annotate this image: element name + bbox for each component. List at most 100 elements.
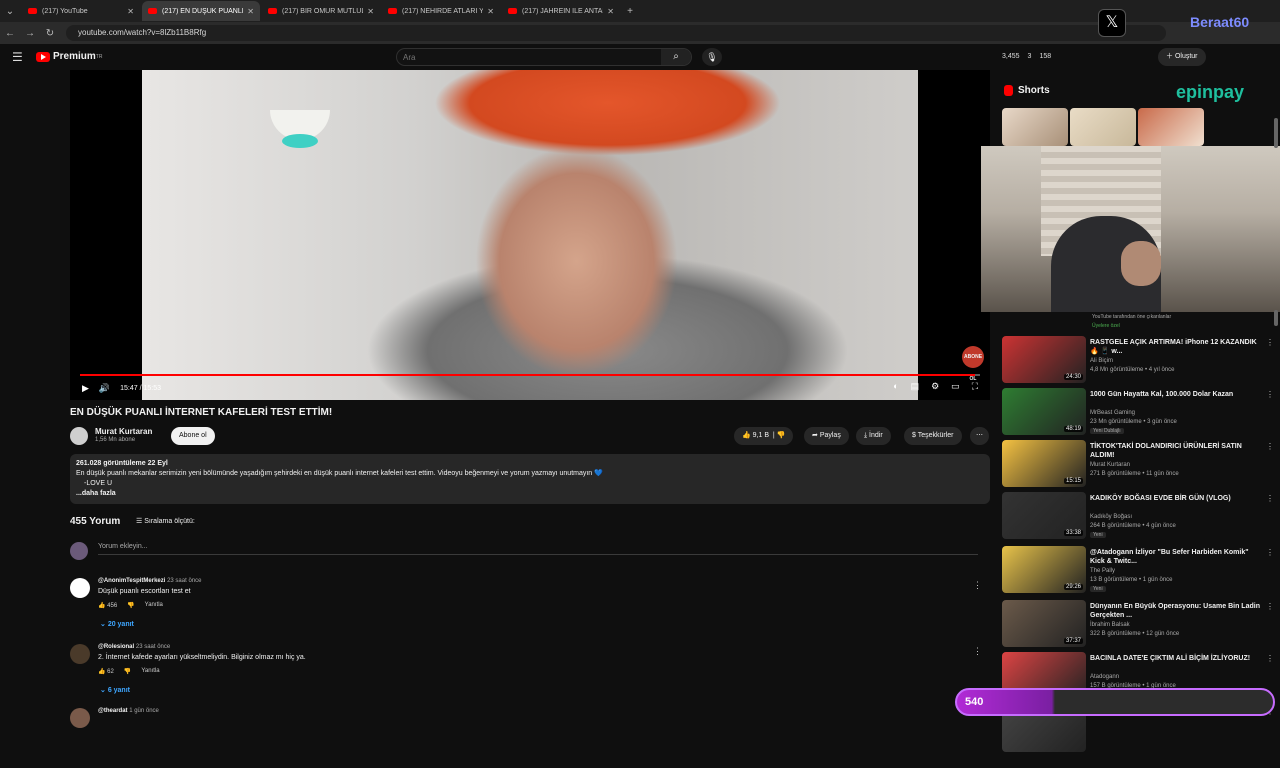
like-button[interactable]: 👍 9,1 B | 👎: [734, 427, 794, 445]
dislike-icon[interactable]: 👎: [124, 668, 131, 675]
thanks-button[interactable]: $ Teşekkürler: [904, 427, 962, 445]
video-player[interactable]: ABONE OL ▶ 🔊 15:47 / 15:53 ◐ ▤ ⚙ ▭ ⛶: [70, 70, 990, 400]
recommendation-channel[interactable]: Atadogann: [1090, 674, 1119, 680]
recommendation-title[interactable]: RASTGELE AÇIK ARTIRMA! iPhone 12 KAZANDI…: [1090, 338, 1265, 356]
recommendation-title[interactable]: BACINLA DATE'E ÇIKTIM ALİ BİÇİM İZLİYORU…: [1090, 654, 1265, 663]
replies-toggle[interactable]: ⌄ 6 yanıt: [100, 686, 130, 694]
comment-avatar[interactable]: [70, 708, 90, 728]
recommendation-channel[interactable]: İbrahim Balsak: [1090, 622, 1130, 628]
video-thumbnail[interactable]: 15:15: [1002, 440, 1086, 487]
description-box[interactable]: 261.028 görüntüleme 22 Eyl En düşük puan…: [70, 454, 990, 504]
close-tab-icon[interactable]: ✕: [487, 7, 494, 16]
like-icon[interactable]: 👍 62: [98, 668, 114, 675]
author-name: @Rolesional: [98, 644, 135, 650]
url-field[interactable]: youtube.com/watch?v=8lZb11B8Rfg: [66, 25, 1166, 41]
comment-author[interactable]: @theardat 1 gün önce: [98, 708, 159, 714]
video-thumbnail[interactable]: 24:30: [1002, 336, 1086, 383]
fullscreen-icon[interactable]: ⛶: [972, 381, 978, 392]
more-vert-icon[interactable]: ⋮: [973, 646, 982, 657]
video-thumbnail[interactable]: 37:37: [1002, 600, 1086, 647]
share-button[interactable]: ➦ Paylaş: [804, 427, 849, 445]
recommendation-channel[interactable]: Murat Kurtaran: [1090, 462, 1130, 468]
recommendation-channel[interactable]: Ali Biçim: [1090, 358, 1113, 364]
comment-author[interactable]: @Rolesional 23 saat önce: [98, 644, 170, 650]
reply-button[interactable]: Yanıtla: [141, 668, 159, 675]
comment-avatar[interactable]: [70, 578, 90, 598]
close-tab-icon[interactable]: ✕: [247, 7, 254, 16]
microphone-icon[interactable]: 🎙: [702, 48, 722, 66]
description-more-link[interactable]: ...daha fazla: [76, 489, 984, 499]
short-thumbnail[interactable]: [1070, 108, 1136, 146]
channel-name[interactable]: Murat Kurtaran: [95, 427, 152, 436]
more-vert-icon[interactable]: ⋮: [1266, 442, 1274, 451]
browser-tab[interactable]: (217) BİR ÖMÜR MUTLULUKLA ✕: [262, 1, 380, 21]
reload-icon[interactable]: ↻: [40, 28, 60, 39]
recommendation-item[interactable]: 37:37 Dünyanın En Büyük Operasyonu: Usame…: [1002, 600, 1274, 648]
more-vert-icon[interactable]: ⋮: [1266, 548, 1274, 557]
video-thumbnail[interactable]: 48:19: [1002, 388, 1086, 435]
hamburger-menu-icon[interactable]: ☰: [12, 50, 23, 64]
youtube-premium-logo[interactable]: Premium TR: [36, 51, 102, 62]
more-vert-icon[interactable]: ⋮: [1266, 338, 1274, 347]
close-tab-icon[interactable]: ✕: [127, 7, 134, 16]
captions-icon[interactable]: ▤: [911, 381, 920, 392]
scrollbar[interactable]: [1274, 118, 1278, 148]
dislike-icon[interactable]: 👎: [127, 602, 134, 609]
tab-list-icon[interactable]: ⌄: [0, 6, 20, 17]
volume-icon[interactable]: 🔊: [99, 383, 110, 394]
recommendation-item[interactable]: 48:19 1000 Gün Hayatta Kal, 100.000 Dolar…: [1002, 388, 1274, 436]
close-tab-icon[interactable]: ✕: [367, 7, 374, 16]
new-tab-icon[interactable]: +: [620, 6, 640, 17]
recommendation-title[interactable]: @Atadogann İzliyor "Bu Sefer Harbiden Ko…: [1090, 548, 1265, 566]
comment-author[interactable]: @AnonimTespitMerkezi 23 saat önce: [98, 578, 201, 584]
recommendation-item[interactable]: 15:15 TİKTOK'TAKİ DOLANDIRICI ÜRÜNLERİ SA…: [1002, 440, 1274, 488]
comment-avatar[interactable]: [70, 644, 90, 664]
create-button[interactable]: ＋ Oluştur: [1158, 48, 1206, 66]
recommendation-title[interactable]: Dünyanın En Büyük Operasyonu: Usame Bin …: [1090, 602, 1265, 620]
recommendation-item[interactable]: 24:30 RASTGELE AÇIK ARTIRMA! iPhone 12 KA…: [1002, 336, 1274, 384]
sort-button[interactable]: ☰ Sıralama ölçütü:: [136, 517, 195, 525]
recommendation-title[interactable]: 1000 Gün Hayatta Kal, 100.000 Dolar Kaza…: [1090, 390, 1265, 399]
recommendation-channel[interactable]: Kadıköy Boğası: [1090, 514, 1132, 520]
like-icon[interactable]: 👍 456: [98, 602, 117, 609]
subscribe-button[interactable]: Abone ol: [171, 427, 215, 445]
play-icon[interactable]: ▶: [82, 383, 89, 394]
more-vert-icon[interactable]: ⋮: [1266, 602, 1274, 611]
replies-toggle[interactable]: ⌄ 20 yanıt: [100, 620, 134, 628]
video-thumbnail[interactable]: 29:26: [1002, 546, 1086, 593]
search-input[interactable]: [397, 49, 647, 65]
recommendation-title[interactable]: KADIKÖY BOĞASI EVDE BİR GÜN (VLOG): [1090, 494, 1265, 503]
forward-icon[interactable]: →: [20, 28, 40, 39]
search-icon[interactable]: ⌕: [661, 49, 691, 65]
more-vert-icon[interactable]: ⋮: [973, 580, 982, 591]
reply-button[interactable]: Yanıtla: [145, 602, 163, 609]
video-thumbnail[interactable]: 33:38: [1002, 492, 1086, 539]
more-vert-icon[interactable]: ⋮: [1266, 654, 1274, 663]
short-thumbnail[interactable]: [1002, 108, 1068, 146]
subscribe-badge[interactable]: ABONE OL: [962, 346, 984, 382]
browser-tab[interactable]: (217) YouTube ✕: [22, 1, 140, 21]
browser-tab[interactable]: (217) NEHİRDE ATLARI YIKADI✕: [382, 1, 500, 21]
recommendation-channel[interactable]: The Pally: [1090, 568, 1115, 574]
streamer-name-overlay: Beraat60: [1190, 14, 1250, 30]
close-tab-icon[interactable]: ✕: [607, 7, 614, 16]
more-vert-icon[interactable]: ⋮: [1266, 494, 1274, 503]
scrollbar[interactable]: [1274, 310, 1278, 326]
download-button[interactable]: ⤓ İndir: [856, 427, 891, 445]
add-comment-input[interactable]: Yorum ekleyin...: [98, 543, 978, 555]
browser-tab-active[interactable]: (217) EN DÜŞÜK PUANLI İNTER✕: [142, 1, 260, 21]
more-vert-icon[interactable]: ⋮: [1266, 390, 1274, 399]
channel-avatar[interactable]: [70, 427, 88, 445]
theater-mode-icon[interactable]: ▭: [951, 381, 960, 392]
settings-gear-icon[interactable]: ⚙: [931, 381, 939, 392]
short-thumbnail[interactable]: [1138, 108, 1204, 146]
recommendation-item[interactable]: 33:38 KADIKÖY BOĞASI EVDE BİR GÜN (VLOG) K…: [1002, 492, 1274, 540]
recommendation-channel[interactable]: MrBeast Gaming: [1090, 410, 1135, 416]
back-icon[interactable]: ←: [0, 28, 20, 39]
more-actions-icon[interactable]: ⋯: [970, 427, 989, 445]
comment-count: 455 Yorum: [70, 516, 121, 527]
recommendation-title[interactable]: TİKTOK'TAKİ DOLANDIRICI ÜRÜNLERİ SATIN A…: [1090, 442, 1265, 460]
recommendation-item[interactable]: 29:26 @Atadogann İzliyor "Bu Sefer Harbid…: [1002, 546, 1274, 594]
browser-tab[interactable]: (217) JAHREİN İLE ANTALYA YE ✕: [502, 1, 620, 21]
autoplay-toggle-icon[interactable]: ◐: [893, 381, 898, 392]
